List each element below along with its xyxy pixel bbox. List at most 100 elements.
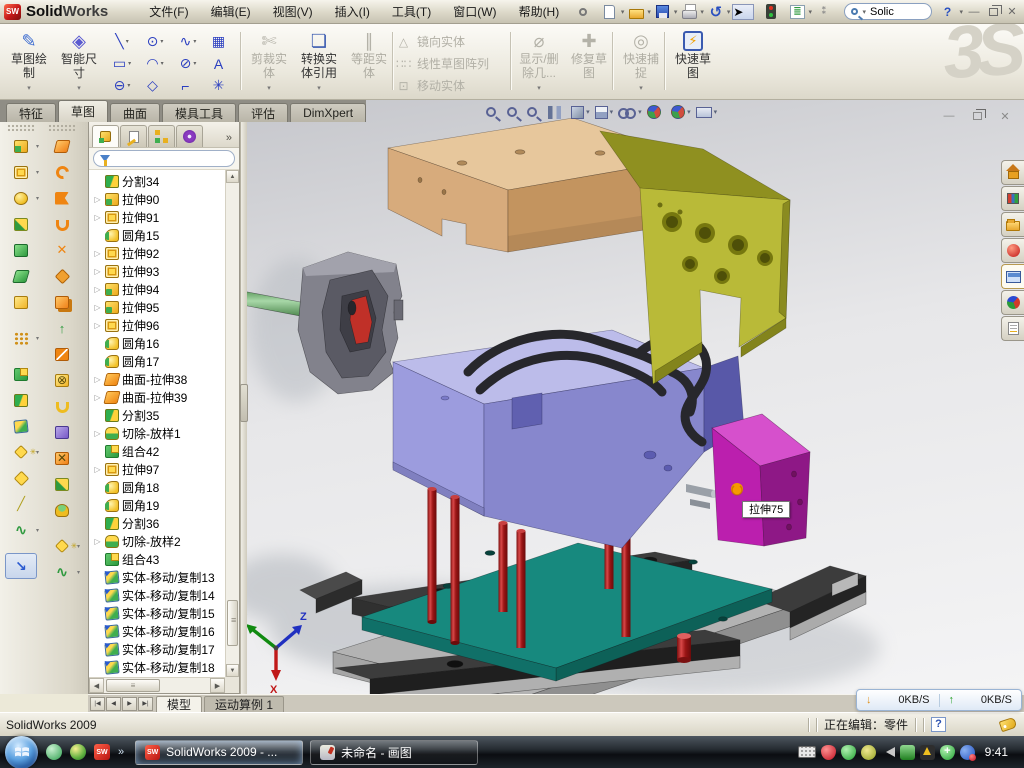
model-tab[interactable]: 模型 — [156, 696, 202, 712]
extend-surface-icon[interactable]: ↑▾ — [44, 315, 80, 341]
sketch-fillet-icon[interactable]: ⌐▾ — [172, 75, 205, 96]
extruded-boss-icon[interactable]: ▾ — [3, 133, 39, 159]
toolbar-drag-handle[interactable] — [48, 124, 76, 131]
tree-item[interactable]: ▷ 拉伸91 — [92, 208, 225, 226]
hide-show-items-icon[interactable]: ▾ — [618, 108, 642, 117]
tree-vertical-scrollbar[interactable]: ▲ ▼ — [225, 170, 239, 677]
taskbar-clock[interactable]: 9:41 — [980, 745, 1017, 759]
solidworks-resources-tab[interactable] — [1001, 160, 1024, 185]
featuremanager-tab[interactable] — [92, 125, 119, 147]
model-tab[interactable]: 运动算例 1 — [204, 696, 284, 712]
arc-icon[interactable]: ◠▾ — [139, 53, 172, 74]
menu-item[interactable]: 编辑(E) — [200, 0, 262, 23]
line-icon[interactable]: ╲▾ — [106, 31, 139, 52]
lofted-surface-icon[interactable]: ▾ — [44, 185, 80, 211]
repair-sketch-button[interactable]: ✚ 修复草图 — [566, 29, 612, 93]
linear-sketch-pattern-button[interactable]: ∷∷线性草图阵列 — [396, 55, 489, 72]
section-view-icon[interactable]: ▾ — [548, 106, 567, 119]
quick-snaps-button[interactable]: ◎ 快速捕捉▾ — [618, 29, 664, 93]
warning-tray-icon[interactable] — [920, 745, 935, 760]
expand-arrow-icon[interactable]: ▷ — [93, 465, 102, 474]
doc-restore-button[interactable] — [968, 108, 986, 124]
undo-icon[interactable]: ↺ — [706, 2, 726, 21]
volume-tray-icon[interactable] — [881, 747, 895, 757]
trim-surface-icon[interactable]: ▾ — [44, 341, 80, 367]
scroll-down-icon[interactable]: ▼ — [226, 664, 239, 677]
extruded-cut-icon[interactable]: ▾ — [3, 159, 39, 185]
scroll-right-icon[interactable]: ▶ — [210, 678, 225, 693]
reference-plane-icon[interactable]: ▾ — [3, 465, 39, 491]
smart-dimension-button[interactable]: ◈ 智能尺寸▾ — [56, 29, 102, 93]
expand-arrow-icon[interactable]: ▷ — [93, 303, 102, 312]
fillet-icon[interactable]: ▾ — [3, 185, 39, 211]
quick-tips-help-button[interactable]: ? — [931, 717, 946, 732]
move-copy-body-icon[interactable]: ▾ — [3, 413, 39, 439]
tree-item[interactable]: ▷ 实体-移动/复制15 — [92, 604, 225, 622]
instant3d-icon[interactable]: ↘▾ — [5, 553, 37, 579]
expand-arrow-icon[interactable]: ▷ — [93, 375, 102, 384]
convert-entities-button[interactable]: ❏ 转换实体引用▾ — [296, 29, 342, 93]
propertymanager-tab[interactable] — [120, 125, 147, 147]
split-icon[interactable]: ▾ — [3, 387, 39, 413]
filled-surface-icon[interactable]: ✕▾ — [44, 237, 80, 263]
delete-face-icon[interactable]: ✕▾ — [44, 445, 80, 471]
display-style-icon[interactable]: ▾ — [595, 106, 614, 119]
mirror-entities-button[interactable]: △镜向实体 — [396, 33, 489, 50]
messenger-tray-icon[interactable] — [960, 745, 975, 760]
dropdown-arrow-icon[interactable]: ▾ — [621, 8, 625, 16]
doc-close-button[interactable]: ✕ — [996, 108, 1014, 124]
traffic-light-icon[interactable] — [761, 2, 781, 21]
expand-arrow-icon[interactable]: ▷ — [93, 537, 102, 546]
tree-item[interactable]: ▷ 组合42 — [92, 442, 225, 460]
chevron-down-icon[interactable]: ▾ — [862, 8, 866, 16]
tree-item[interactable]: ▷ 切除-放样1 — [92, 424, 225, 442]
antivirus-tray-icon[interactable] — [841, 745, 856, 760]
tree-item[interactable]: ▷ 实体-移动/复制18 — [92, 658, 225, 676]
offset-entities-button[interactable]: ∥ 等距实体 — [346, 29, 392, 93]
expand-arrow-icon[interactable]: ▷ — [93, 195, 102, 204]
save-icon[interactable] — [653, 2, 673, 21]
polygon-icon[interactable]: ◇▾ — [139, 75, 172, 96]
tree-item[interactable]: ▷ 实体-移动/复制13 — [92, 568, 225, 586]
replace-face-icon[interactable]: ▾ — [44, 471, 80, 497]
menu-item[interactable]: 窗口(W) — [442, 0, 507, 23]
swept-surface-icon[interactable]: ▾ — [44, 133, 80, 159]
tree-item[interactable]: ▷ 拉伸94 — [92, 280, 225, 298]
ruled-surface-icon[interactable]: ▾ — [44, 419, 80, 445]
revolved-surface-icon[interactable]: ▾ — [44, 159, 80, 185]
shield-plus-tray-icon[interactable] — [940, 745, 955, 760]
command-tab[interactable]: 草图 — [58, 100, 108, 122]
configurationmanager-tab[interactable] — [148, 125, 175, 147]
menu-item[interactable]: 视图(V) — [262, 0, 324, 23]
search-results-tab[interactable] — [1001, 238, 1024, 263]
open-icon[interactable] — [626, 2, 646, 21]
apply-scene-icon[interactable]: ▾ — [671, 105, 691, 119]
panel-splitter[interactable] — [240, 122, 247, 694]
update-tray-icon[interactable] — [861, 745, 876, 760]
new-document-icon[interactable] — [600, 2, 620, 21]
close-button[interactable]: ✕ — [1003, 4, 1021, 20]
tab-nav-button[interactable]: |◀ — [90, 697, 105, 711]
dropdown-arrow-icon[interactable]: ▾ — [647, 8, 651, 16]
messenger-quicklaunch-icon[interactable] — [46, 744, 62, 760]
reference-axis-icon[interactable]: ╱▾ — [3, 491, 39, 517]
design-library-tab[interactable] — [1001, 186, 1024, 211]
dropdown-arrow-icon[interactable]: ▾ — [727, 8, 731, 16]
curve-icon[interactable]: ∿▾ — [3, 517, 39, 543]
text-icon[interactable]: A▾ — [205, 53, 238, 74]
tab-nav-button[interactable]: ▶ — [122, 697, 137, 711]
tree-item[interactable]: ▷ 拉伸95 — [92, 298, 225, 316]
shell-icon[interactable]: ▾ — [3, 237, 39, 263]
command-tab[interactable]: DimXpert — [290, 103, 366, 122]
tree-item[interactable]: ▷ 分割34 — [92, 172, 225, 190]
sketch-picture-icon[interactable]: ▦▾ — [205, 31, 238, 52]
boundary-surface-icon[interactable]: ▾ — [44, 211, 80, 237]
keyboard-layout-icon[interactable] — [798, 746, 816, 758]
tree-item[interactable]: ▷ 拉伸96 — [92, 316, 225, 334]
command-tab[interactable]: 模具工具 — [162, 103, 236, 122]
tree-item[interactable]: ▷ 圆角17 — [92, 352, 225, 370]
tree-item[interactable]: ▷ 拉伸97 — [92, 460, 225, 478]
menu-item[interactable]: 插入(I) — [324, 0, 381, 23]
manager-overflow-chevron[interactable]: » — [222, 132, 236, 147]
help-dropdown-icon[interactable]: ▾ — [959, 8, 963, 16]
